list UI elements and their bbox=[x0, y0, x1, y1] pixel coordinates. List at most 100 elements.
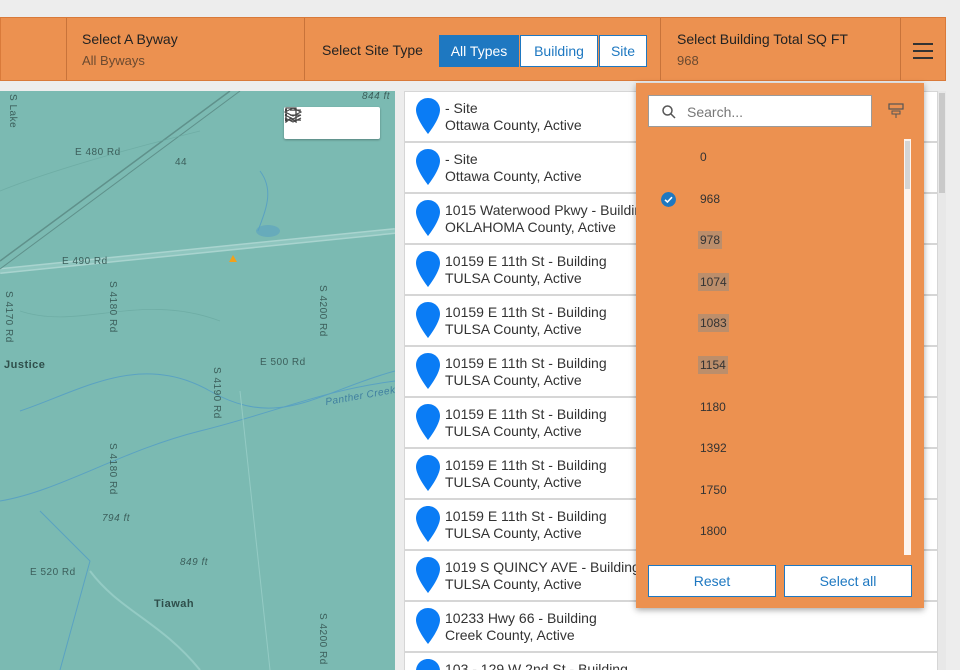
site-type-button[interactable]: Site bbox=[599, 35, 647, 67]
map-label-lake: S Lake bbox=[7, 94, 18, 129]
sqft-filter[interactable]: Select Building Total SQ FT 968 bbox=[661, 18, 901, 80]
map-label-hwy44: 44 bbox=[175, 157, 188, 168]
reset-button[interactable]: Reset bbox=[648, 565, 776, 597]
map-view[interactable]: S Lake E 480 Rd 44 E 490 Rd S 4170 Rd S … bbox=[0, 91, 395, 670]
list-item-subtitle: TULSA County, Active bbox=[445, 474, 582, 490]
site-type-filter: Select Site Type All Types Building Site bbox=[305, 18, 661, 80]
location-pin-icon bbox=[416, 659, 440, 670]
site-marker-icon[interactable] bbox=[229, 255, 237, 263]
location-pin-icon bbox=[416, 404, 440, 440]
sqft-option-label: 1074 bbox=[698, 272, 729, 291]
list-item[interactable]: 10233 Hwy 66 - Building Creek County, Act… bbox=[404, 601, 938, 652]
list-item-subtitle: Ottawa County, Active bbox=[445, 168, 582, 184]
map-label-s4200b: S 4200 Rd bbox=[317, 613, 328, 665]
sqft-option[interactable]: 1750 bbox=[636, 472, 904, 508]
list-item-title: 10159 E 11th St - Building bbox=[445, 253, 607, 269]
byway-filter-label: Select A Byway bbox=[82, 31, 178, 47]
list-item-title: 1019 S QUINCY AVE - Building bbox=[445, 559, 640, 575]
list-item-title: 10159 E 11th St - Building bbox=[445, 457, 607, 473]
select-all-button[interactable]: Select all bbox=[784, 565, 912, 597]
sqft-filter-label: Select Building Total SQ FT bbox=[677, 31, 848, 47]
list-item-title: - Site bbox=[445, 100, 478, 116]
list-item-subtitle: OKLAHOMA County, Active bbox=[445, 219, 616, 235]
sqft-option-label: 1392 bbox=[700, 441, 727, 456]
map-label-tiawah: Tiawah bbox=[154, 598, 195, 610]
map-label-s4200a: S 4200 Rd bbox=[317, 285, 328, 337]
map-toolbar bbox=[284, 107, 380, 139]
sqft-option[interactable]: 1392 bbox=[636, 430, 904, 466]
map-label-justice: Justice bbox=[4, 359, 46, 371]
list-item-subtitle: TULSA County, Active bbox=[445, 423, 582, 439]
option-list-scrollbar-thumb[interactable] bbox=[905, 141, 910, 189]
location-pin-icon bbox=[416, 353, 440, 389]
list-item-title: 1015 Waterwood Pkwy - Building bbox=[445, 202, 650, 218]
location-pin-icon bbox=[416, 557, 440, 593]
byway-filter-value: All Byways bbox=[82, 53, 145, 68]
legend-list-icon[interactable] bbox=[285, 109, 342, 133]
list-item-title: - Site bbox=[445, 151, 478, 167]
map-label-elev-844: 844 ft bbox=[362, 91, 391, 102]
list-item-subtitle: TULSA County, Active bbox=[445, 270, 582, 286]
search-field[interactable] bbox=[648, 95, 872, 127]
search-icon bbox=[662, 105, 676, 119]
sqft-option-label: 1154 bbox=[698, 356, 728, 374]
location-pin-icon bbox=[416, 608, 440, 644]
sqft-option[interactable]: 0 bbox=[636, 139, 904, 175]
checkmark-icon bbox=[661, 191, 676, 207]
site-type-label: Select Site Type bbox=[322, 42, 423, 58]
map-label-s4170: S 4170 Rd bbox=[3, 291, 14, 343]
map-terrain bbox=[0, 91, 395, 670]
sqft-option[interactable]: 1083 bbox=[636, 305, 904, 341]
location-pin-icon bbox=[416, 506, 440, 542]
sqft-option-label: 1750 bbox=[700, 482, 727, 497]
location-pin-icon bbox=[416, 302, 440, 338]
list-item-title: 10159 E 11th St - Building bbox=[445, 355, 607, 371]
option-list-scrollbar[interactable] bbox=[904, 139, 911, 555]
list-item-subtitle: TULSA County, Active bbox=[445, 372, 582, 388]
list-item-title: 103 - 129 W 2nd St - Building bbox=[445, 661, 628, 670]
list-item-subtitle: Ottawa County, Active bbox=[445, 117, 582, 133]
map-label-e500: E 500 Rd bbox=[260, 357, 306, 368]
location-pin-icon bbox=[416, 149, 440, 185]
list-item-title: 10159 E 11th St - Building bbox=[445, 508, 607, 524]
sqft-option-label: 0 bbox=[700, 150, 707, 164]
filter-segment-left[interactable] bbox=[1, 18, 67, 80]
map-label-e490: E 490 Rd bbox=[62, 256, 108, 267]
location-pin-icon bbox=[416, 251, 440, 287]
layers-icon[interactable] bbox=[284, 107, 374, 133]
sqft-option[interactable]: 1154 bbox=[636, 347, 904, 383]
sqft-option[interactable]: 1074 bbox=[636, 264, 904, 300]
filter-options-icon[interactable] bbox=[886, 101, 906, 119]
map-label-s4180a: S 4180 Rd bbox=[107, 281, 118, 333]
map-label-e480: E 480 Rd bbox=[75, 147, 121, 158]
map-label-s4190: S 4190 Rd bbox=[211, 367, 222, 419]
sqft-option[interactable]: 978 bbox=[636, 222, 904, 258]
byway-filter[interactable]: Select A Byway All Byways bbox=[67, 18, 305, 80]
sqft-option[interactable]: 968 bbox=[636, 181, 904, 217]
map-label-e520: E 520 Rd bbox=[30, 567, 76, 578]
list-item-title: 10159 E 11th St - Building bbox=[445, 406, 607, 422]
search-input[interactable] bbox=[687, 102, 863, 122]
sqft-option-label: 978 bbox=[698, 231, 723, 250]
map-label-s4180b: S 4180 Rd bbox=[107, 443, 118, 495]
list-item[interactable]: 103 - 129 W 2nd St - Building bbox=[404, 652, 938, 670]
building-type-button[interactable]: Building bbox=[520, 35, 598, 67]
list-scrollbar-thumb[interactable] bbox=[939, 93, 945, 193]
filter-bar: Select A Byway All Byways Select Site Ty… bbox=[0, 17, 946, 81]
all-types-button[interactable]: All Types bbox=[439, 35, 519, 67]
sqft-option[interactable]: 1800 bbox=[636, 513, 904, 549]
sqft-filter-value: 968 bbox=[677, 53, 699, 68]
sqft-option[interactable]: 1180 bbox=[636, 389, 904, 425]
sqft-option-label: 1180 bbox=[700, 399, 726, 414]
menu-icon[interactable] bbox=[913, 43, 933, 59]
location-pin-icon bbox=[416, 455, 440, 491]
sqft-option-label: 1800 bbox=[700, 524, 727, 539]
list-item-subtitle: TULSA County, Active bbox=[445, 576, 582, 592]
location-pin-icon bbox=[416, 98, 440, 134]
location-pin-icon bbox=[416, 200, 440, 236]
list-item-subtitle: Creek County, Active bbox=[445, 627, 575, 643]
list-item-title: 10159 E 11th St - Building bbox=[445, 304, 607, 320]
sqft-dropdown: 0 968 978 1074 1083 1154 1180 1392 1750 1800 Rese… bbox=[636, 83, 924, 608]
list-item-subtitle: TULSA County, Active bbox=[445, 321, 582, 337]
list-item-title: 10233 Hwy 66 - Building bbox=[445, 610, 597, 626]
